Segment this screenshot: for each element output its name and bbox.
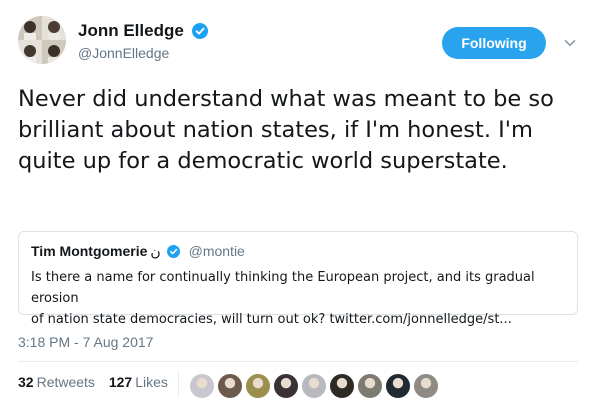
author-avatar[interactable] (18, 16, 66, 64)
quoted-tweet-header: Tim Montgomerie ن @montie (31, 243, 565, 261)
author-handle[interactable]: @JonnElledge (78, 45, 208, 61)
liker-avatar[interactable] (300, 372, 328, 400)
liker-avatar[interactable] (356, 372, 384, 400)
quoted-author-name-glyph: ن (150, 243, 161, 259)
quoted-author-name: Tim Montgomerie (31, 243, 148, 259)
verified-badge-icon (192, 23, 209, 39)
retweets-count: 32 (18, 374, 34, 390)
likes-label: Likes (135, 374, 168, 390)
liker-avatar[interactable] (272, 372, 300, 400)
tweet-header: Jonn Elledge @JonnElledge Following (18, 16, 578, 68)
liker-avatar[interactable] (384, 372, 412, 400)
avatar-image (18, 16, 66, 64)
liker-avatar[interactable] (328, 372, 356, 400)
retweets-label: Retweets (36, 374, 95, 390)
retweets-stat[interactable]: 32 Retweets (18, 374, 95, 390)
liker-avatar[interactable] (244, 372, 272, 400)
quoted-tweet-text: Is there a name for continually thinking… (31, 270, 535, 327)
quoted-author-handle: @montie (188, 243, 245, 259)
likes-count: 127 (108, 374, 133, 390)
author-block: Jonn Elledge @JonnElledge (78, 21, 209, 61)
quoted-verified-badge-icon (167, 245, 181, 258)
following-button[interactable]: Following (442, 27, 546, 59)
tweet-text: Never did understand what was meant to b… (18, 86, 554, 174)
stats-divider (18, 361, 578, 362)
liker-avatar[interactable] (412, 372, 440, 400)
tweet-timestamp[interactable]: 3:18 PM - 7 Aug 2017 (18, 334, 153, 350)
quoted-tweet[interactable]: Tim Montgomerie ن @montie Is there a name… (18, 231, 578, 327)
liker-avatar[interactable] (188, 372, 216, 400)
tweet-stats: 32 Retweets 127 Likes (18, 374, 168, 390)
stats-separator (178, 370, 179, 398)
liker-avatar[interactable] (216, 372, 244, 400)
likes-stat[interactable]: 127 Likes (109, 374, 168, 390)
chevron-down-icon[interactable] (563, 36, 577, 50)
author-display-name[interactable]: Jonn Elledge (78, 21, 184, 41)
